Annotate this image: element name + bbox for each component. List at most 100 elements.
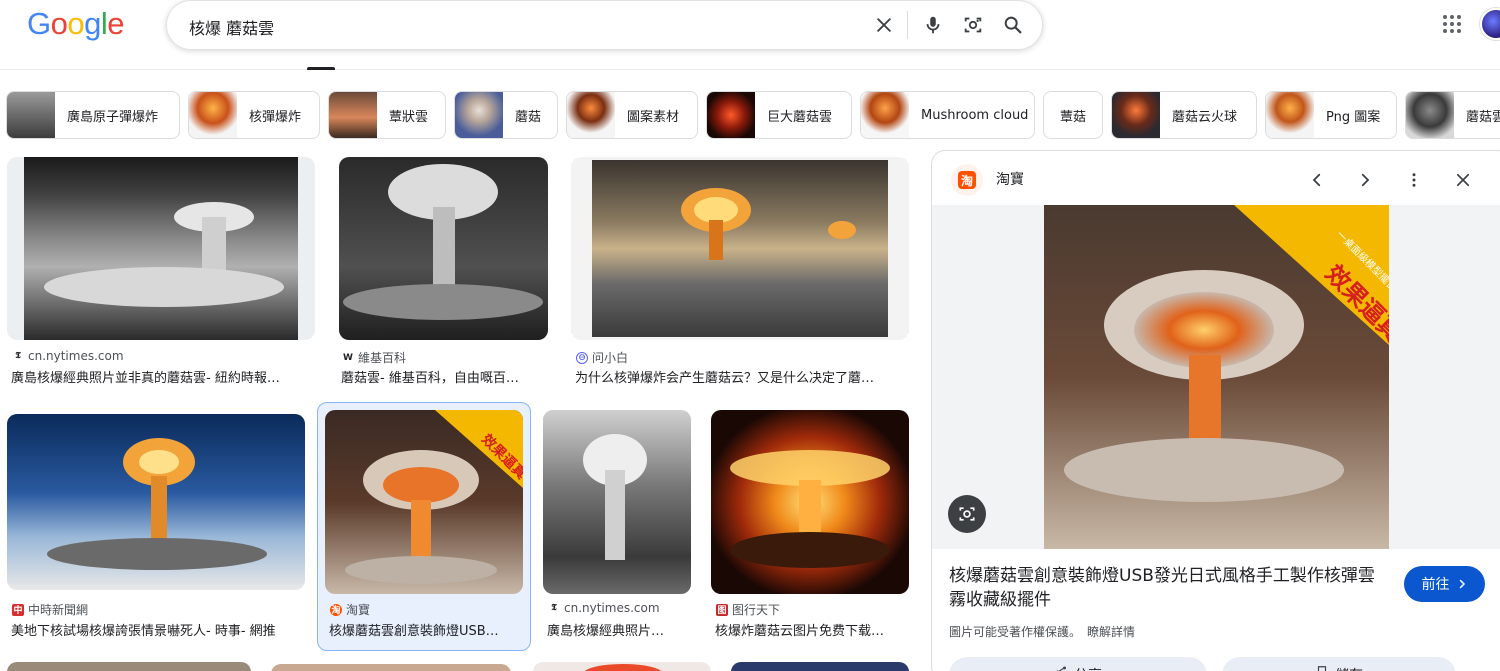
chip-thumbnail <box>1406 92 1454 138</box>
copyright-text: 圖片可能受著作權保護。 <box>949 625 1082 639</box>
chip-giant-mushroom-cloud[interactable]: 巨大蘑菇雲 <box>706 91 852 139</box>
chip-label: 廣島原子彈爆炸 <box>67 109 159 125</box>
logo-letter: o <box>50 6 68 41</box>
panel-site-name[interactable]: 淘寶 <box>996 169 1024 189</box>
share-icon <box>1056 666 1066 671</box>
chip-mushroom[interactable]: 蘑菇 <box>454 91 558 139</box>
google-logo[interactable]: Google <box>27 6 125 42</box>
result-image-2[interactable] <box>339 157 548 340</box>
chip-label: 蘑菇雲 <box>1466 109 1500 125</box>
apps-grid-icon[interactable] <box>1440 12 1464 36</box>
search-input[interactable]: 核爆 蘑菇雲 <box>189 15 274 39</box>
result-source[interactable]: 淘淘寶 <box>330 601 370 618</box>
result-caption[interactable]: 廣島核爆經典照片並非真的蘑菇雲- 紐約時報… <box>11 367 311 386</box>
chip-pattern-material[interactable]: 圖案素材 <box>566 91 698 139</box>
tuxingtianxia-icon: 图 <box>716 603 728 616</box>
result-image-7[interactable] <box>711 410 909 594</box>
share-button[interactable]: 分享 <box>949 657 1207 671</box>
learn-more-link[interactable]: 瞭解詳情 <box>1087 625 1135 639</box>
chip-thumbnail <box>1112 92 1160 138</box>
chip-mushroom-shaped[interactable]: 蕈狀雲 <box>328 91 446 139</box>
logo-letter: G <box>27 6 51 41</box>
result-source[interactable]: ⊖ 问小白 <box>576 349 628 366</box>
chip-thumbnail <box>329 92 377 138</box>
result-image-5[interactable]: 效果逼真 <box>325 410 523 594</box>
chinatimes-icon: 中 <box>12 603 24 616</box>
result-source[interactable]: 图图行天下 <box>716 601 780 618</box>
chip-label: 核彈爆炸 <box>249 109 302 125</box>
image-content <box>24 157 298 340</box>
chip-thumbnail <box>189 92 237 138</box>
source-name: 问小白 <box>592 351 629 365</box>
source-name: 中時新聞網 <box>28 603 89 617</box>
image-content <box>7 414 305 590</box>
image-preview-panel: 淘 淘寶 效果逼真 一桌面級模型擺台一 <box>931 150 1500 671</box>
source-name: 維基百科 <box>358 351 407 365</box>
search-divider <box>907 11 908 39</box>
result-caption[interactable]: 核爆蘑菇雲創意裝飾燈USB… <box>329 620 521 639</box>
chip-thumbnail <box>455 92 503 138</box>
result-image-6[interactable] <box>543 410 691 594</box>
chip-mushroom-cloud[interactable]: 蘑菇雲 <box>1405 91 1500 139</box>
clear-icon[interactable] <box>871 12 897 38</box>
camera-search-icon[interactable] <box>960 12 986 38</box>
taobao-favicon: 淘 <box>951 164 983 196</box>
result-caption[interactable]: 廣島核爆經典照片… <box>547 620 687 639</box>
chip-mushroom-cloud-en[interactable]: Mushroom cloud <box>860 91 1035 139</box>
chip-hiroshima[interactable]: 廣島原子彈爆炸 <box>6 91 180 139</box>
result-caption[interactable]: 蘑菇雲- 維基百科，自由嘅百… <box>341 367 541 386</box>
chip-label: 蘑菇 <box>515 109 542 125</box>
save-button[interactable]: 儲存 <box>1222 657 1456 671</box>
search-box[interactable]: 核爆 蘑菇雲 <box>166 0 1043 50</box>
result-caption[interactable]: 美地下核試場核爆誇張情景嚇死人- 時事- 網推 <box>11 620 301 639</box>
result-image-9[interactable] <box>271 664 511 671</box>
lens-search-icon[interactable] <box>948 495 986 533</box>
next-icon[interactable] <box>1350 165 1380 195</box>
chevron-right-icon <box>1459 579 1465 589</box>
bookmark-icon <box>1317 666 1327 671</box>
result-image-1[interactable] <box>7 157 315 340</box>
save-label: 儲存 <box>1335 665 1363 671</box>
result-image-10[interactable] <box>533 662 711 671</box>
result-caption[interactable]: 为什么核弹爆炸会产生蘑菇云？又是什么决定了蘑… <box>575 367 903 386</box>
previous-icon[interactable] <box>1302 165 1332 195</box>
chip-nuclear-bomb[interactable]: 核彈爆炸 <box>188 91 320 139</box>
chip-label: Mushroom cloud <box>921 107 1029 123</box>
result-source[interactable]: 𝕿cn.nytimes.com <box>548 601 660 615</box>
microphone-icon[interactable] <box>920 12 946 38</box>
visit-button[interactable]: 前往 <box>1404 566 1485 602</box>
logo-letter: e <box>107 6 125 41</box>
result-image-11[interactable] <box>731 662 909 671</box>
chip-fireball[interactable]: 蘑菇云火球 <box>1111 91 1257 139</box>
preview-image-area: 效果逼真 一桌面級模型擺台一 <box>932 205 1500 549</box>
source-name: 图行天下 <box>732 603 781 617</box>
related-searches-chips: 廣島原子彈爆炸 核彈爆炸 蕈狀雲 蘑菇 圖案素材 巨大蘑菇雲 Mushroom … <box>6 91 1500 139</box>
source-name: cn.nytimes.com <box>564 601 660 615</box>
result-image-3[interactable] <box>571 157 909 340</box>
account-avatar[interactable] <box>1480 8 1500 40</box>
more-options-icon[interactable] <box>1399 165 1429 195</box>
chip-thumbnail <box>1266 92 1314 138</box>
result-image-4[interactable] <box>7 414 305 590</box>
active-tab-indicator <box>307 67 335 70</box>
preview-image[interactable]: 效果逼真 一桌面級模型擺台一 <box>1044 205 1389 549</box>
chip-png-pattern[interactable]: Png 圖案 <box>1265 91 1397 139</box>
result-caption[interactable]: 核爆炸蘑菇云图片免费下载… <box>715 620 905 639</box>
logo-letter: g <box>84 6 101 41</box>
result-source[interactable]: 中中時新聞網 <box>12 601 88 618</box>
panel-title[interactable]: 核爆蘑菇雲創意裝飾燈USB發光日式風格手工製作核彈雲霧收藏級擺件 <box>949 564 1389 612</box>
search-icon[interactable] <box>1000 12 1026 38</box>
chip-label: 圖案素材 <box>627 109 680 125</box>
chip-thumbnail <box>707 92 755 138</box>
share-label: 分享 <box>1074 665 1102 671</box>
result-source[interactable]: 𝕿cn.nytimes.com <box>12 349 123 363</box>
close-icon[interactable] <box>1448 165 1478 195</box>
wikipedia-icon: W <box>343 352 353 363</box>
chip-label: 巨大蘑菇雲 <box>767 109 833 125</box>
chip-label: 蕈狀雲 <box>389 109 429 125</box>
chip-thumbnail <box>567 92 615 138</box>
chip-fungi[interactable]: 蕈菇 <box>1043 91 1103 139</box>
result-image-8[interactable] <box>7 662 251 671</box>
logo-letter: o <box>67 6 85 41</box>
result-source[interactable]: W 維基百科 <box>342 349 406 366</box>
